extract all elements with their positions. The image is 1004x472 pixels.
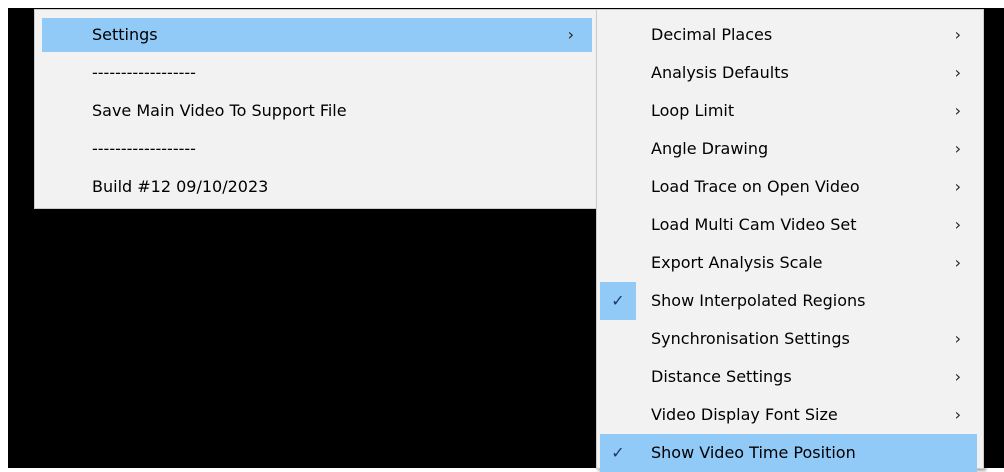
menu-item-label: Build #12 09/10/2023 [92,177,269,196]
menu-item-label: Settings [92,25,158,44]
submenu-item-load-trace[interactable]: Load Trace on Open Video › [600,168,977,206]
chevron-right-icon: › [567,25,574,44]
submenu-item-show-video-time-position[interactable]: ✓ Show Video Time Position [600,434,977,472]
menu-item-label: Load Multi Cam Video Set [651,215,857,234]
chevron-right-icon: › [954,177,961,196]
menu-item-label: Save Main Video To Support File [92,101,347,120]
menu-item-label: ------------------ [92,63,196,82]
submenu-item-distance-settings[interactable]: Distance Settings › [600,358,977,396]
chevron-right-icon: › [954,25,961,44]
checkmark-icon: ✓ [600,282,636,320]
submenu-item-video-display-font-size[interactable]: Video Display Font Size › [600,396,977,434]
chevron-right-icon: › [954,215,961,234]
submenu-item-angle-drawing[interactable]: Angle Drawing › [600,130,977,168]
context-menu: Settings › ------------------ Save Main … [34,9,601,209]
submenu-item-export-analysis-scale[interactable]: Export Analysis Scale › [600,244,977,282]
menu-item-label: Loop Limit [651,101,735,120]
menu-item-label: Export Analysis Scale [651,253,823,272]
submenu-item-analysis-defaults[interactable]: Analysis Defaults › [600,54,977,92]
submenu-item-loop-limit[interactable]: Loop Limit › [600,92,977,130]
checkmark-icon: ✓ [600,434,636,472]
chevron-right-icon: › [954,101,961,120]
screen: Settings › ------------------ Save Main … [0,0,1004,472]
menu-item-settings[interactable]: Settings › [42,18,592,52]
menu-item-label: Analysis Defaults [651,63,789,82]
chevron-right-icon: › [954,63,961,82]
menu-item-save-main-video[interactable]: Save Main Video To Support File [42,94,592,128]
menu-item-label: Load Trace on Open Video [651,177,860,196]
chevron-right-icon: › [954,253,961,272]
menu-item-label: Distance Settings [651,367,792,386]
menu-separator-text: ------------------ [42,56,592,90]
chevron-right-icon: › [954,367,961,386]
submenu-item-load-multi-cam[interactable]: Load Multi Cam Video Set › [600,206,977,244]
submenu-item-decimal-places[interactable]: Decimal Places › [600,16,977,54]
menu-item-build-info[interactable]: Build #12 09/10/2023 [42,170,592,204]
menu-separator-text: ------------------ [42,132,592,166]
submenu-item-synchronisation-settings[interactable]: Synchronisation Settings › [600,320,977,358]
menu-item-label: Synchronisation Settings [651,329,850,348]
settings-submenu: Decimal Places › Analysis Defaults › Loo… [596,9,984,472]
chevron-right-icon: › [954,405,961,424]
menu-item-label: Show Interpolated Regions [651,291,866,310]
menu-item-label: ------------------ [92,139,196,158]
chevron-right-icon: › [954,139,961,158]
menu-item-label: Video Display Font Size [651,405,838,424]
menu-item-label: Decimal Places [651,25,773,44]
menu-item-label: Angle Drawing [651,139,769,158]
chevron-right-icon: › [954,329,961,348]
submenu-item-show-interpolated-regions[interactable]: ✓ Show Interpolated Regions [600,282,977,320]
menu-item-label: Show Video Time Position [651,443,856,462]
